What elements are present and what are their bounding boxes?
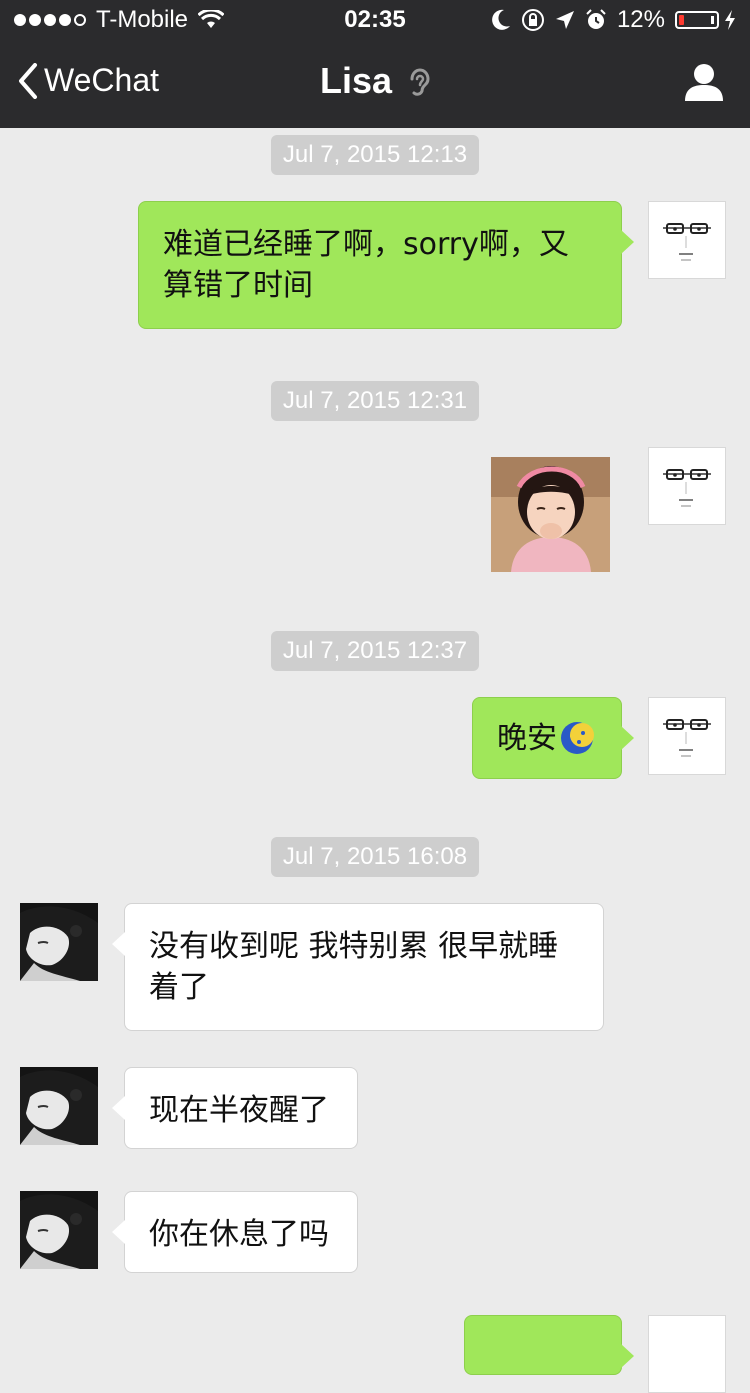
contact-info-button[interactable]	[684, 62, 724, 107]
woman-portrait-image	[20, 1191, 98, 1269]
contact-avatar[interactable]	[20, 1067, 98, 1145]
battery-icon	[675, 11, 719, 29]
my-avatar[interactable]	[648, 447, 726, 525]
message-text: 你在休息了吗	[149, 1217, 329, 1252]
charging-bolt-icon	[725, 10, 735, 30]
contact-avatar[interactable]	[20, 1191, 98, 1269]
alarm-icon	[586, 9, 606, 29]
received-message-bubble[interactable]: 现在半夜醒了	[112, 1067, 358, 1149]
sent-image-message[interactable]	[491, 457, 610, 572]
chat-title: Lisa	[0, 60, 750, 102]
timestamp: Jul 7, 2015 12:37	[0, 631, 750, 671]
girl-photo-image	[491, 457, 610, 572]
contact-avatar[interactable]	[20, 903, 98, 981]
status-right: 12%	[491, 6, 736, 34]
my-avatar[interactable]	[648, 201, 726, 279]
face-sketch-icon	[663, 719, 711, 757]
my-avatar[interactable]	[648, 697, 726, 775]
my-avatar[interactable]	[648, 1315, 726, 1393]
battery-percent: 12%	[616, 6, 665, 33]
timestamp: Jul 7, 2015 12:31	[0, 381, 750, 421]
timestamp: Jul 7, 2015 16:08	[0, 837, 750, 877]
received-message-bubble[interactable]: 你在休息了吗	[112, 1191, 358, 1273]
message-text: 现在半夜醒了	[149, 1093, 329, 1128]
location-arrow-icon	[555, 11, 574, 29]
sent-message-bubble[interactable]: 难道已经睡了啊，sorry啊，又算错了时间	[138, 201, 634, 329]
moon-icon	[492, 9, 510, 30]
status-bar: T-Mobile 02:35 12%	[0, 0, 750, 40]
woman-portrait-image	[20, 903, 98, 981]
person-icon	[685, 64, 723, 101]
timestamp: Jul 7, 2015 12:13	[0, 135, 750, 175]
face-sketch-icon	[663, 469, 711, 507]
sent-message-bubble[interactable]	[464, 1315, 634, 1375]
contact-name: Lisa	[319, 60, 393, 101]
face-sketch-icon	[663, 223, 711, 261]
message-text: 晚安	[497, 720, 557, 756]
rotation-lock-icon	[521, 9, 544, 31]
message-text: 难道已经睡了啊，sorry啊，又算错了时间	[163, 227, 569, 303]
received-message-bubble[interactable]: 没有收到呢 我特别累 很早就睡着了	[112, 903, 604, 1031]
woman-portrait-image	[20, 1067, 98, 1145]
ear-icon	[410, 69, 430, 97]
sent-message-bubble[interactable]: 晚安	[472, 697, 634, 779]
message-text: 没有收到呢 我特别累 很早就睡着了	[149, 929, 559, 1005]
navigation-bar: WeChat Lisa	[0, 40, 750, 128]
moon-emoji-icon	[561, 722, 594, 754]
